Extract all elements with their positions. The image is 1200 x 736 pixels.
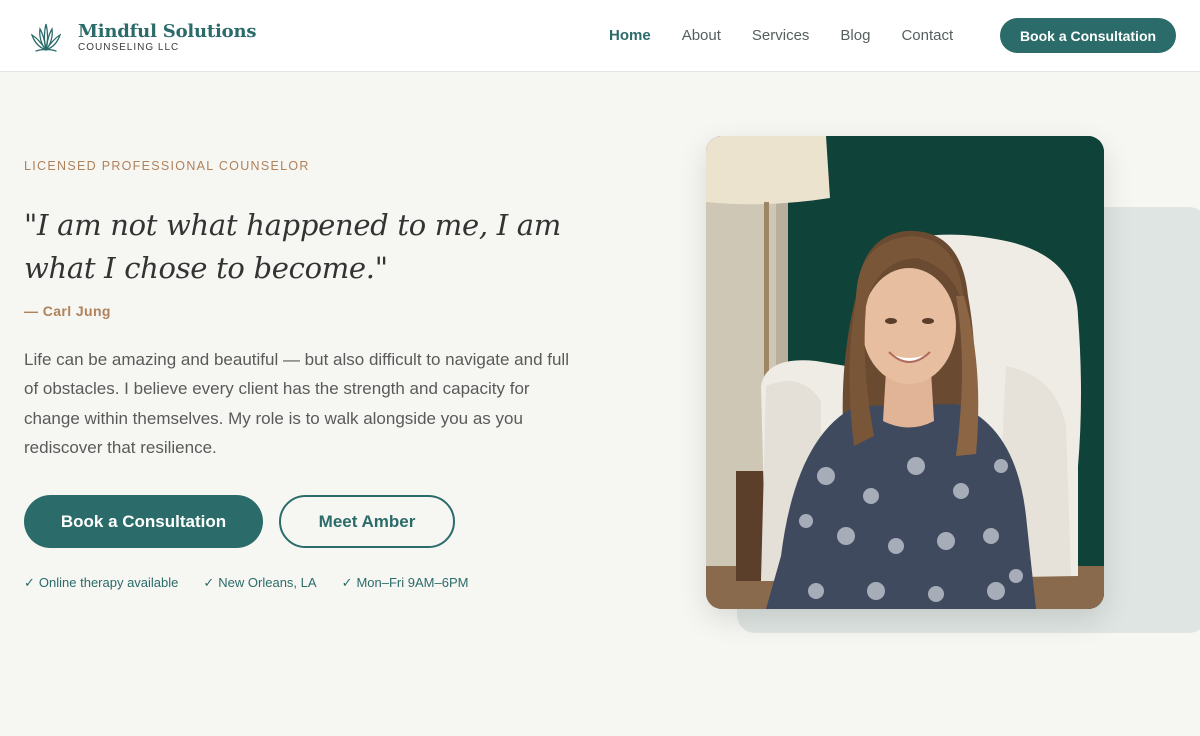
check-icon: ✓	[341, 575, 353, 590]
check-icon: ✓	[24, 575, 35, 590]
brand-logo[interactable]: Mindful Solutions COUNSELING LLC	[28, 20, 256, 54]
main-nav: Home About Services Blog Contact	[609, 27, 953, 45]
brand-name: Mindful Solutions	[78, 20, 257, 42]
lotus-icon	[30, 23, 62, 52]
nav-contact[interactable]: Contact	[901, 27, 953, 45]
check-icon: ✓	[203, 575, 215, 590]
meet-amber-button[interactable]: Meet Amber	[279, 495, 455, 548]
header-book-consultation-button[interactable]: Book a Consultation	[1000, 18, 1176, 53]
quote-attribution: — Carl Jung	[24, 303, 111, 319]
hero-body-text: Life can be amazing and beautiful — but …	[24, 350, 569, 457]
feature-online-therapy: ✓ Online therapy available	[24, 575, 179, 590]
feature-hours: ✓ Mon–Fri 9AM–6PM	[341, 575, 469, 590]
hero-eyebrow: LICENSED PROFESSIONAL COUNSELOR	[24, 159, 310, 173]
nav-home[interactable]: Home	[609, 27, 651, 45]
book-consultation-button[interactable]: Book a Consultation	[24, 495, 263, 548]
counselor-photo	[706, 136, 1104, 609]
feature-list: ✓ Online therapy available ✓ New Orleans, …	[24, 575, 493, 591]
nav-services[interactable]: Services	[752, 27, 810, 45]
nav-blog[interactable]: Blog	[840, 27, 870, 45]
feature-location: ✓ New Orleans, LA	[203, 575, 317, 590]
site-header: Mindful Solutions COUNSELING LLC Home Ab…	[0, 0, 1200, 72]
hero-quote: "I am not what happened to me, I am what…	[24, 208, 561, 285]
nav-about[interactable]: About	[682, 27, 721, 45]
brand-subtitle: COUNSELING LLC	[78, 41, 180, 53]
